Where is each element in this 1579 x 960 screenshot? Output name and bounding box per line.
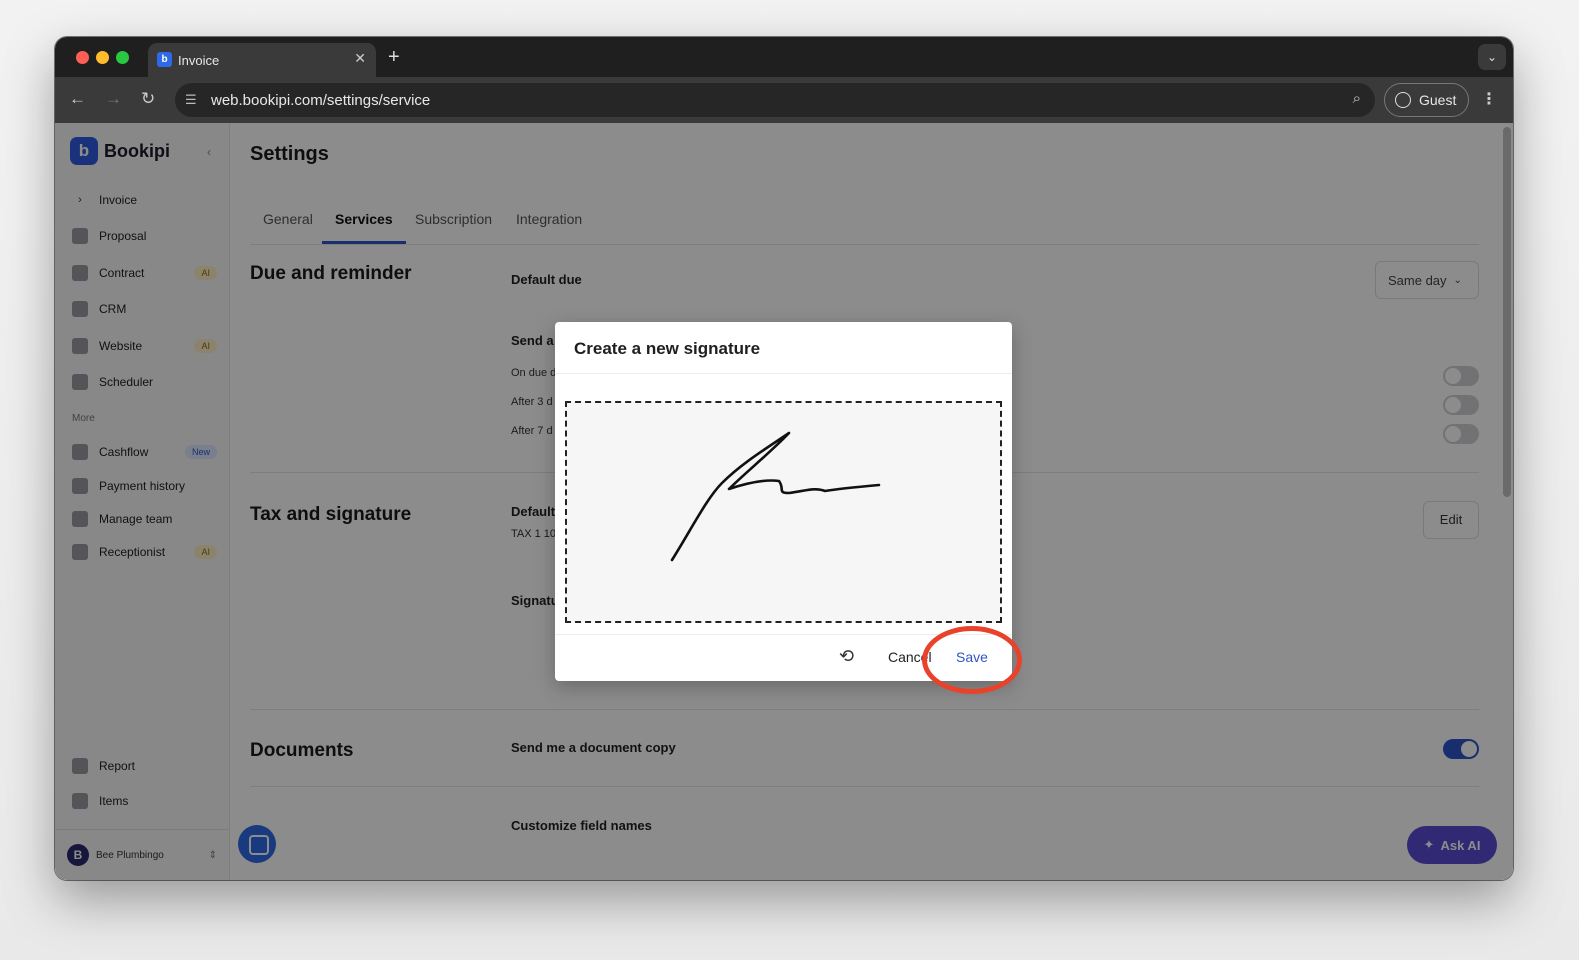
- profile-icon: [1395, 92, 1411, 108]
- minimize-window-button[interactable]: [96, 51, 109, 64]
- zoom-icon[interactable]: ⌕: [1353, 90, 1361, 107]
- close-tab-icon[interactable]: ✕: [354, 50, 366, 67]
- maximize-window-button[interactable]: [116, 51, 129, 64]
- signature-stroke: [670, 431, 881, 562]
- save-button[interactable]: Save: [956, 649, 988, 665]
- forward-arrow-icon[interactable]: →: [105, 89, 122, 109]
- signature-pad[interactable]: [565, 401, 1002, 623]
- browser-toolbar: ← → ↻ ☰ web.bookipi.com/settings/service…: [55, 77, 1513, 123]
- tab-title: Invoice: [178, 52, 220, 68]
- browser-window: b Invoice ✕ + ⌄ ← → ↻ ☰ web.bookipi.com/…: [55, 37, 1513, 880]
- reset-signature-icon[interactable]: ⟲: [839, 646, 854, 667]
- new-tab-icon[interactable]: +: [388, 46, 400, 69]
- profile-label: Guest: [1419, 92, 1457, 108]
- bookipi-favicon-icon: b: [157, 52, 172, 67]
- close-window-button[interactable]: [76, 51, 89, 64]
- tab-search-chevron-icon[interactable]: ⌄: [1478, 44, 1506, 70]
- reload-icon[interactable]: ↻: [141, 89, 155, 109]
- browser-titlebar: b Invoice ✕ + ⌄: [55, 37, 1513, 77]
- signature-modal: Create a new signature ⟲ Cancel Save: [555, 322, 1012, 681]
- address-bar[interactable]: ☰ web.bookipi.com/settings/service ⌕: [175, 83, 1375, 117]
- site-settings-icon[interactable]: ☰: [185, 92, 197, 108]
- browser-tab[interactable]: b Invoice ✕: [148, 43, 376, 77]
- modal-footer: ⟲ Cancel Save: [555, 634, 1012, 681]
- modal-header-divider: [555, 373, 1012, 374]
- browser-menu-icon[interactable]: ⋮: [1481, 89, 1497, 109]
- cancel-button[interactable]: Cancel: [888, 649, 932, 665]
- back-arrow-icon[interactable]: ←: [69, 89, 86, 109]
- address-url: web.bookipi.com/settings/service: [211, 91, 431, 109]
- profile-button[interactable]: Guest: [1384, 83, 1469, 117]
- modal-title: Create a new signature: [574, 339, 761, 358]
